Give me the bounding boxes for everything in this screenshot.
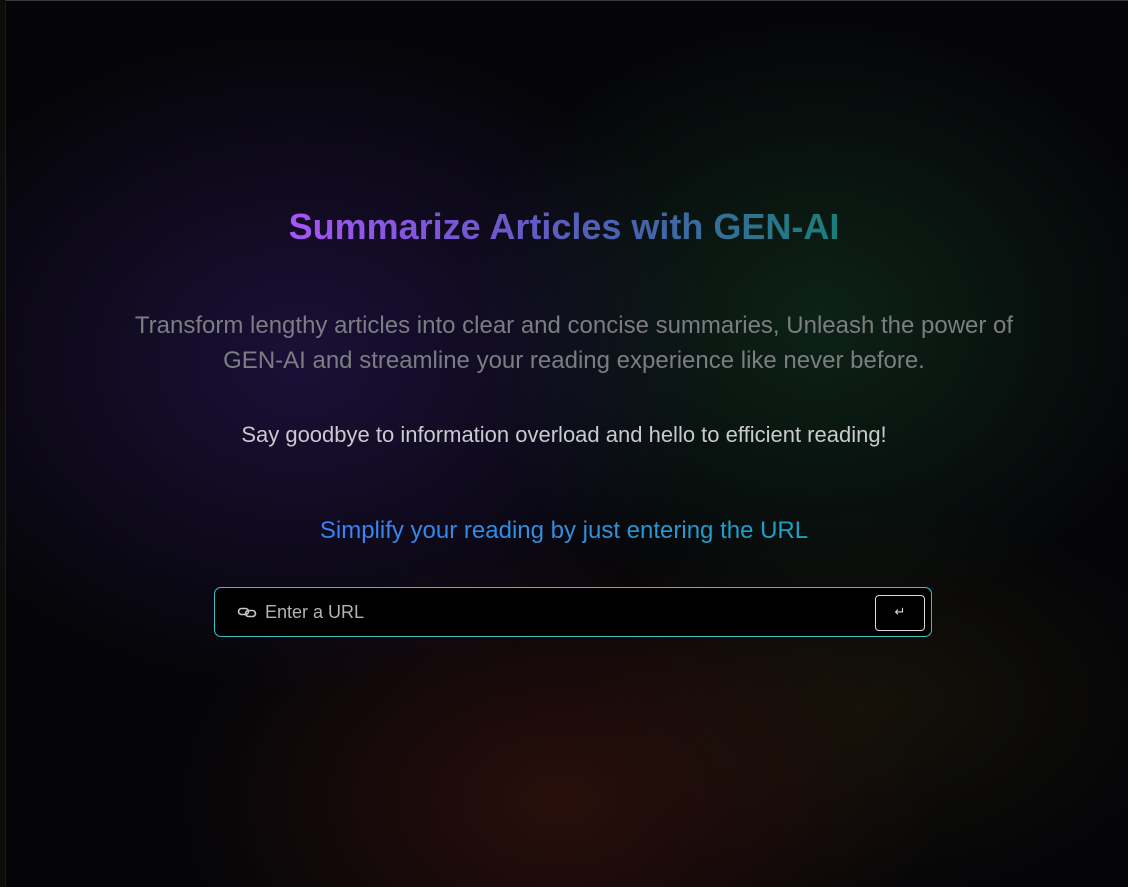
window-top-border: [0, 0, 1128, 1]
page-description: Transform lengthy articles into clear an…: [134, 312, 1014, 374]
submit-button[interactable]: ↵: [875, 595, 925, 631]
app-page: Summarize Articles with GEN-AI Transform…: [0, 0, 1128, 887]
link-icon: [237, 604, 257, 620]
url-prompt: Simplify your reading by just entering t…: [0, 515, 1128, 547]
url-form: ↵: [214, 587, 932, 637]
url-input[interactable]: [263, 588, 867, 636]
url-prompt-text: Simplify your reading by just entering t…: [319, 517, 809, 544]
page-title-text: Summarize Articles with GEN-AI: [288, 206, 840, 247]
page-tagline: Say goodbye to information overload and …: [241, 422, 887, 447]
page-title: Summarize Articles with GEN-AI: [0, 204, 1128, 250]
return-arrow-icon: ↵: [894, 605, 906, 620]
